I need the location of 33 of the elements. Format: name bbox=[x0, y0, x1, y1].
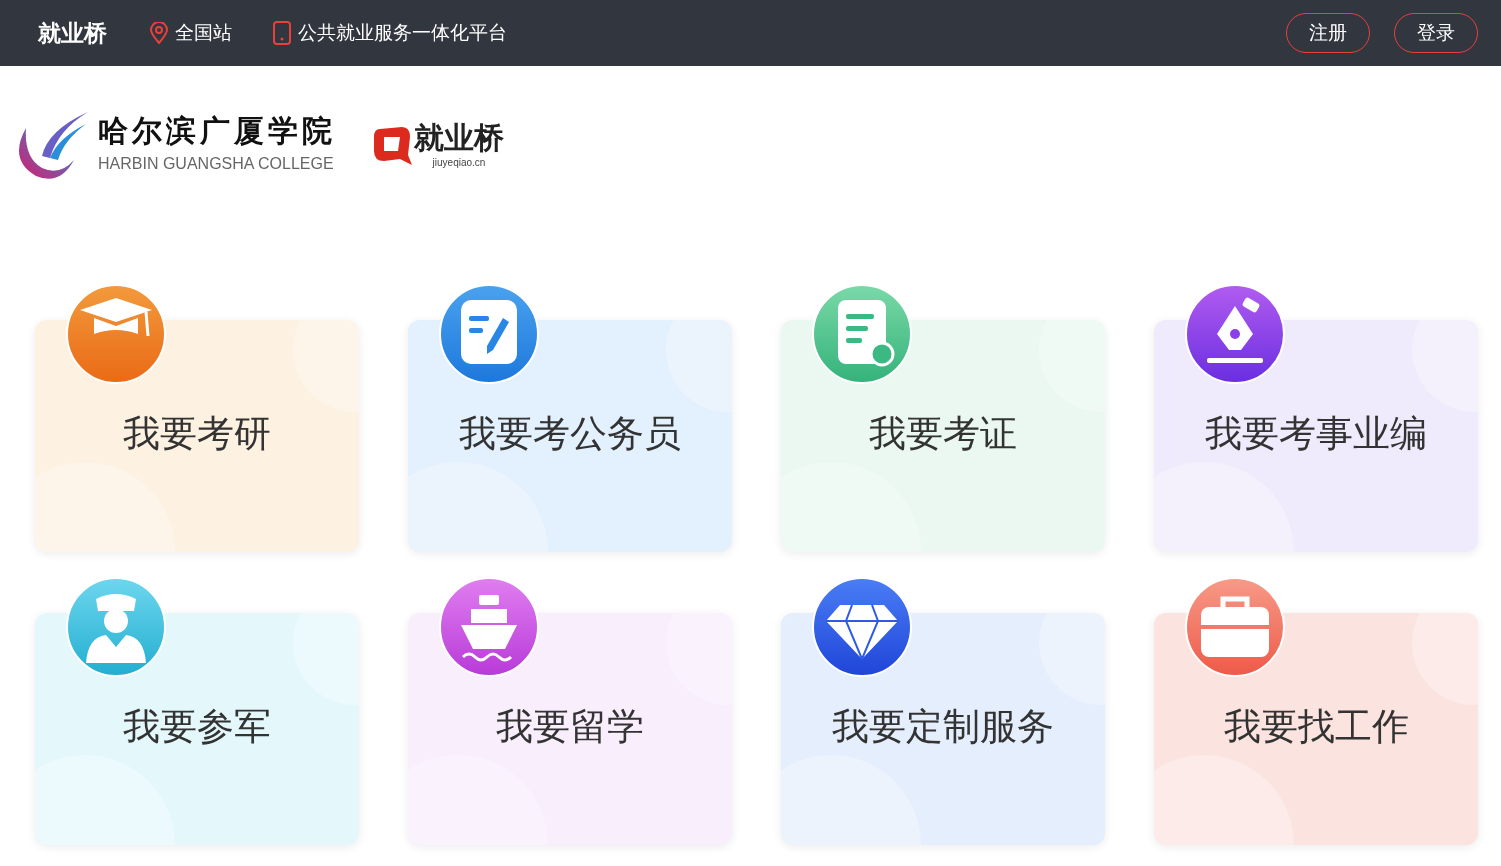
college-name: 哈尔滨广厦学院 bbox=[98, 116, 336, 146]
nav-link[interactable]: 公共就业服务一体化平台 bbox=[272, 18, 507, 48]
college-english-name: HARBIN GUANGSHA COLLEGE bbox=[98, 154, 335, 174]
brand-name[interactable]: 就业桥 bbox=[38, 15, 107, 51]
briefcase-icon bbox=[1185, 577, 1285, 677]
platform-name: 就业桥 bbox=[414, 122, 504, 153]
location-pin-icon bbox=[149, 22, 169, 44]
service-card[interactable]: 我要参军 bbox=[35, 613, 359, 845]
card-title: 我要考公务员 bbox=[459, 415, 681, 452]
service-card[interactable]: 我要考公务员 bbox=[408, 320, 732, 552]
card-title: 我要留学 bbox=[496, 708, 644, 745]
card-title: 我要考事业编 bbox=[1205, 415, 1427, 452]
q-logo-icon bbox=[372, 125, 412, 167]
platform-domain: jiuyeqiao.cn bbox=[432, 155, 486, 170]
phone-icon bbox=[272, 21, 292, 45]
card-title: 我要考证 bbox=[869, 415, 1017, 452]
service-card[interactable]: 我要考证 bbox=[781, 320, 1105, 552]
ship-icon bbox=[439, 577, 539, 677]
card-title: 我要考研 bbox=[123, 415, 271, 452]
service-card[interactable]: 我要留学 bbox=[408, 613, 732, 845]
nav-link[interactable]: 全国站 bbox=[149, 18, 232, 48]
service-card[interactable]: 我要考事业编 bbox=[1154, 320, 1478, 552]
document-pen-icon bbox=[439, 284, 539, 384]
certificate-icon bbox=[812, 284, 912, 384]
service-card[interactable]: 我要定制服务 bbox=[781, 613, 1105, 845]
graduation-cap-icon bbox=[66, 284, 166, 384]
pen-nib-icon bbox=[1185, 284, 1285, 384]
soldier-icon bbox=[66, 577, 166, 677]
card-title: 我要定制服务 bbox=[832, 708, 1054, 745]
service-card[interactable]: 我要考研 bbox=[35, 320, 359, 552]
service-card[interactable]: 我要找工作 bbox=[1154, 613, 1478, 845]
card-title: 我要参军 bbox=[123, 708, 271, 745]
card-title: 我要找工作 bbox=[1223, 708, 1409, 745]
